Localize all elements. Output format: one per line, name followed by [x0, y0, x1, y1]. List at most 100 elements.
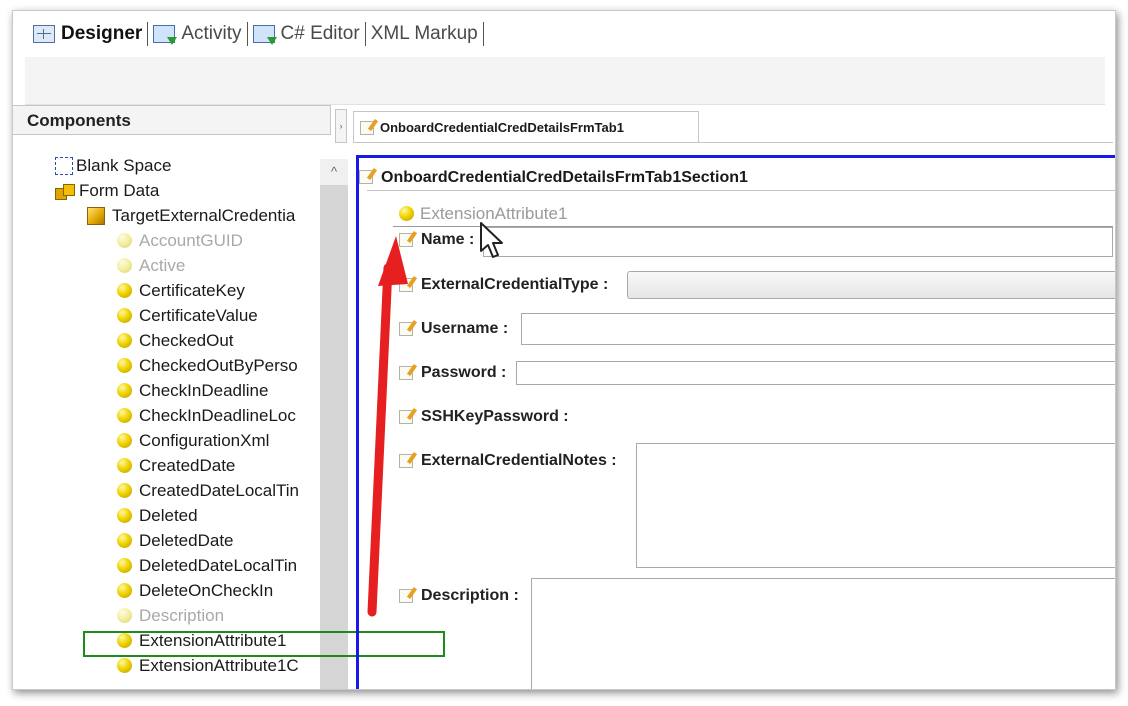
tree-item-label: ExtensionAttribute1C [139, 655, 299, 675]
section-title: OnboardCredentialCredDetailsFrmTab1Secti… [381, 168, 748, 186]
field-ball-icon [117, 608, 132, 623]
field-row-description: Description : [399, 587, 519, 605]
tree-item-label: Active [139, 255, 186, 275]
list-item[interactable]: CheckedOut [117, 328, 234, 353]
field-label: ExternalCredentialNotes : [421, 452, 617, 469]
list-item[interactable]: DeletedDate [117, 528, 234, 553]
description-textarea[interactable] [531, 578, 1115, 689]
tree-item-label: CheckInDeadline [139, 380, 269, 400]
field-label: SSHKeyPassword : [421, 408, 569, 425]
list-item[interactable]: CertificateKey [117, 278, 245, 303]
edit-icon[interactable] [399, 322, 413, 336]
tree-item-entity[interactable]: TargetExternalCredentia [87, 203, 295, 228]
field-row-external-credential-notes: ExternalCredentialNotes : [399, 452, 617, 470]
field-ball-icon [117, 358, 132, 373]
tab-label: OnboardCredentialCredDetailsFrmTab1 [380, 120, 624, 135]
edit-icon[interactable] [399, 589, 413, 603]
components-title: Components [27, 111, 131, 130]
list-item[interactable]: ConfigurationXml [117, 428, 269, 453]
list-item[interactable]: CheckInDeadlineLoc [117, 403, 296, 428]
username-field[interactable] [521, 313, 1115, 345]
external-credential-notes-textarea[interactable] [636, 443, 1115, 568]
list-item[interactable]: CheckedOutByPerso [117, 353, 298, 378]
field-ball-icon [117, 383, 132, 398]
list-item[interactable]: CheckInDeadline [117, 378, 268, 403]
blank-space-icon [55, 156, 73, 175]
tree-item-label: AccountGUID [139, 230, 243, 250]
collapse-panel-button[interactable]: › [335, 109, 347, 143]
tree-item-label: DeletedDate [139, 530, 234, 550]
field-label: Description : [421, 587, 519, 604]
list-item[interactable]: Active [117, 253, 185, 278]
tree-item-label: Form Data [79, 180, 160, 200]
designer-window: Designer Activity C# Editor XML Markup C… [12, 10, 1116, 690]
cube-icon [87, 206, 105, 225]
edit-icon[interactable] [399, 410, 413, 424]
tree-item-label: ConfigurationXml [139, 430, 270, 450]
edit-icon [360, 120, 374, 135]
mouse-cursor-icon [480, 222, 503, 258]
download-icon [153, 25, 178, 45]
field-row-password: Password : [399, 364, 506, 382]
list-item[interactable]: DeleteOnCheckIn [117, 578, 273, 603]
edit-icon[interactable] [399, 278, 413, 292]
edit-icon[interactable] [399, 366, 413, 380]
tree-item-label: TargetExternalCredentia [112, 205, 296, 225]
tab-divider [364, 22, 366, 46]
components-panel-header: Components [13, 105, 331, 135]
edit-icon[interactable] [399, 233, 413, 247]
field-label: Username : [421, 320, 509, 337]
field-ball-icon [117, 408, 132, 423]
field-row-username: Username : [399, 320, 508, 338]
tree-item-label: CheckedOutByPerso [139, 355, 298, 375]
tab-activity[interactable]: Activity [153, 19, 242, 49]
list-item[interactable]: Deleted [117, 503, 198, 528]
tree-item-label: CreatedDateLocalTin [139, 480, 300, 500]
field-ball-icon [117, 283, 132, 298]
tree-item-label: CertificateValue [139, 305, 258, 325]
tab-form-tab1[interactable]: OnboardCredentialCredDetailsFrmTab1 [353, 111, 699, 143]
field-ball-icon [117, 483, 132, 498]
list-item[interactable]: Description [117, 603, 224, 628]
tab-label: XML Markup [370, 23, 478, 44]
section-header[interactable]: OnboardCredentialCredDetailsFrmTab1Secti… [359, 165, 1115, 191]
field-row-ssh-key-password: SSHKeyPassword : [399, 408, 569, 426]
field-ball-icon [117, 458, 132, 473]
field-ball-icon [117, 333, 132, 348]
editor-tab-strip: Designer Activity C# Editor XML Markup [13, 11, 1115, 57]
list-item[interactable]: AccountGUID [117, 228, 243, 253]
tab-xml-markup[interactable]: XML Markup [371, 19, 478, 49]
tree-item-label: CheckInDeadlineLoc [139, 405, 296, 425]
list-item[interactable]: CreatedDate [117, 453, 235, 478]
tree-item-label: DeleteOnCheckIn [139, 580, 274, 600]
tree-item-label: DeletedDateLocalTin [139, 555, 298, 575]
toolbar-area [25, 57, 1105, 105]
external-credential-type-select[interactable] [627, 271, 1115, 299]
list-item[interactable]: CreatedDateLocalTin [117, 478, 299, 503]
field-row-name: Name : [399, 231, 474, 249]
field-ball-icon [117, 558, 132, 573]
grid-icon [33, 25, 55, 43]
tree-item-label: CreatedDate [139, 455, 236, 475]
tab-label: Activity [181, 23, 242, 44]
field-ball-icon [117, 258, 132, 273]
field-row-external-credential-type: ExternalCredentialType : [399, 276, 608, 294]
tree-item-label: Description [139, 605, 225, 625]
tree-item-blank-space[interactable]: Blank Space [55, 153, 171, 178]
edit-icon[interactable] [399, 454, 413, 468]
field-ball-icon [117, 308, 132, 323]
tab-designer[interactable]: Designer [33, 19, 142, 49]
tree-item-label: Blank Space [76, 155, 172, 175]
name-field[interactable] [483, 227, 1113, 257]
field-ball-icon [117, 508, 132, 523]
password-field[interactable] [516, 361, 1115, 385]
tab-csharp-editor[interactable]: C# Editor [252, 19, 360, 49]
tab-label: C# Editor [280, 23, 360, 44]
tree-item-form-data[interactable]: Form Data [55, 178, 159, 203]
components-tree: Blank Space Form Data TargetExternalCred… [13, 151, 338, 689]
list-item[interactable]: CertificateValue [117, 303, 258, 328]
edit-icon [359, 170, 373, 184]
list-item[interactable]: DeletedDateLocalTin [117, 553, 297, 578]
field-label: Name : [421, 231, 475, 248]
field-label: ExternalCredentialType : [421, 276, 609, 293]
